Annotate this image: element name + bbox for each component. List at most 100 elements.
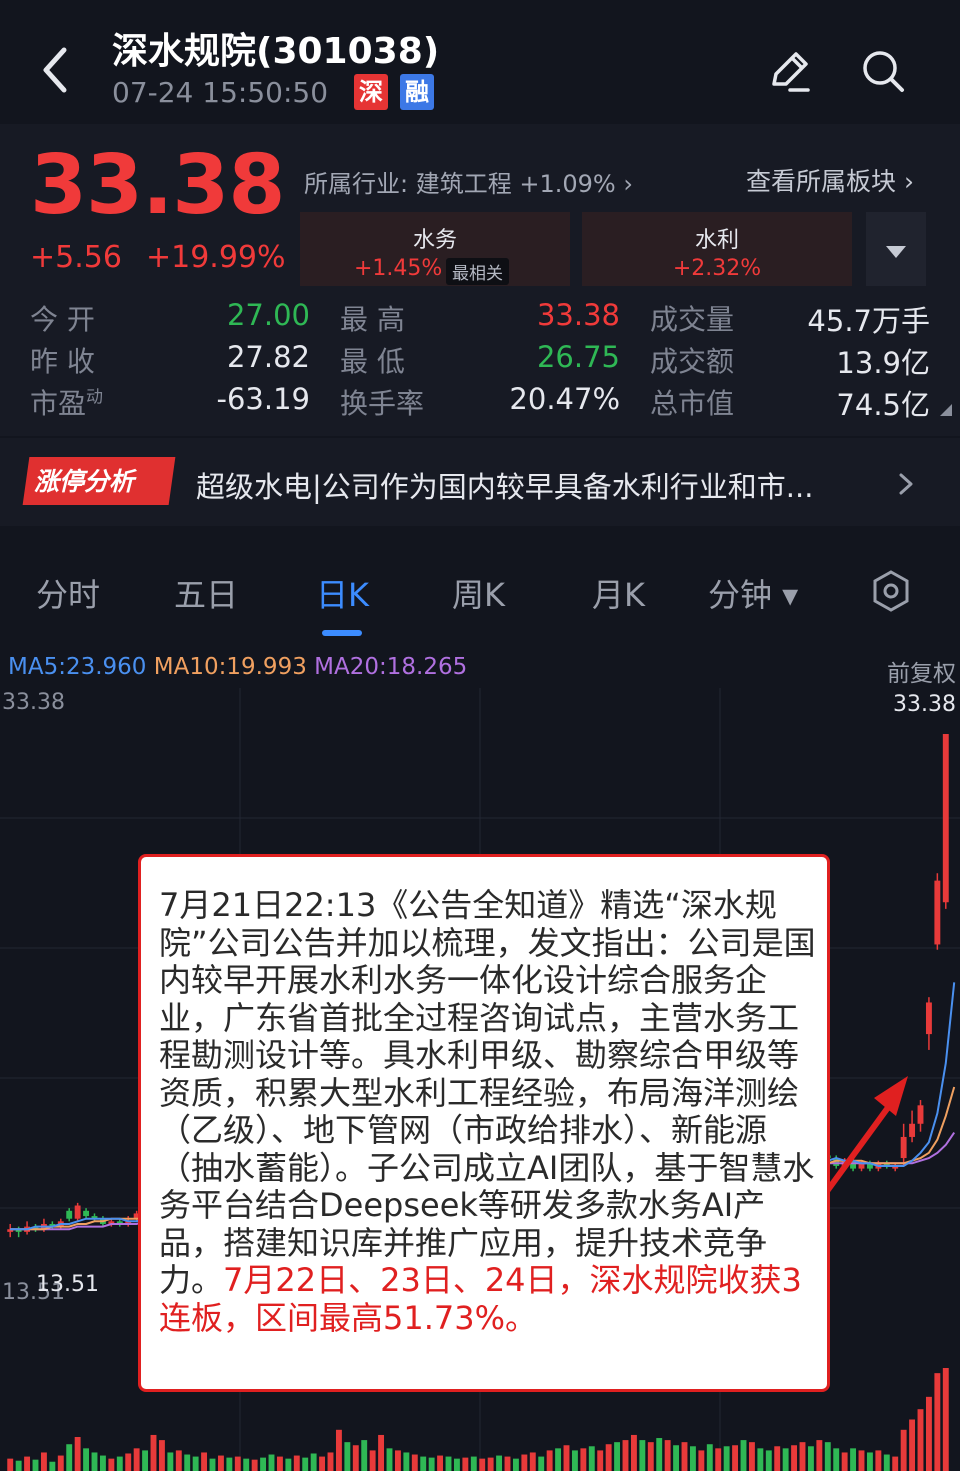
search-icon[interactable] [858, 46, 908, 96]
exchange-tag: 深 [354, 74, 388, 110]
expand-stats-icon[interactable] [938, 404, 952, 416]
volume-bar [639, 1440, 646, 1471]
volume-bar [184, 1454, 191, 1471]
volume-bar [698, 1450, 705, 1471]
limit-up-reason: 超级水电|公司作为国内较早具备水利行业和市... [196, 470, 814, 504]
volume-bar [875, 1450, 882, 1471]
volume-bar [243, 1458, 250, 1471]
tab-minute[interactable]: 分钟 ▾ [708, 570, 798, 616]
concept-name: 水利 [694, 228, 739, 253]
volume-bar [824, 1442, 831, 1471]
volume-bar [563, 1445, 570, 1471]
turnover-label: 换手率 [340, 387, 425, 420]
ma5-label: MA5:23.960 [8, 654, 147, 680]
volume-bar [858, 1450, 865, 1471]
edit-icon[interactable] [764, 46, 814, 96]
volume-bar [217, 1455, 224, 1471]
active-tab-indicator [322, 630, 362, 636]
tab-five-day[interactable]: 五日 [174, 570, 238, 616]
market-cap-label: 总市值 [650, 387, 735, 420]
concept-card-water-conservancy[interactable]: 水利 +2.32% [582, 212, 852, 286]
volume-bar [748, 1442, 755, 1471]
announcement-body: 7月21日22:13《公告全知道》精选“深水规院”公司公告并加以梳理，发文指出：… [159, 886, 816, 1299]
volume-bar [909, 1419, 916, 1471]
open-label: 今 开 [30, 303, 95, 336]
candle-body [925, 1002, 932, 1035]
turnover-value: 20.47% [509, 382, 620, 416]
volume-bar [40, 1452, 47, 1471]
high-value: 33.38 [536, 298, 620, 332]
volume-bar [361, 1440, 368, 1471]
concept-change: +2.32% [672, 256, 762, 281]
volume-bar [209, 1458, 216, 1471]
most-related-badge: 最相关 [446, 258, 509, 285]
back-arrow-icon[interactable] [34, 40, 82, 100]
volume-bar [521, 1454, 528, 1471]
volume-bar [201, 1452, 208, 1471]
volume-bar [765, 1450, 772, 1471]
volume-bar [673, 1445, 680, 1471]
volume-bar [7, 1458, 14, 1471]
volume-bar [32, 1459, 39, 1471]
volume-bar [378, 1434, 385, 1471]
volume-bar [925, 1396, 932, 1471]
volume-bar [116, 1456, 123, 1471]
volume-bar [91, 1452, 98, 1471]
volume-bar [175, 1450, 182, 1471]
volume-bar [420, 1456, 427, 1471]
volume-bar [276, 1456, 283, 1471]
view-sectors-link[interactable]: 查看所属板块 › [746, 162, 914, 198]
volume-bar [782, 1448, 789, 1471]
chevron-right-icon[interactable] [892, 470, 920, 498]
limit-up-badge-label: 涨停分析 [34, 467, 135, 496]
volume-bar [892, 1456, 899, 1471]
tab-monthly-k[interactable]: 月K [592, 570, 645, 616]
tab-weekly-k[interactable]: 周K [452, 570, 505, 616]
candle-body [66, 1210, 73, 1219]
volume-bar [723, 1446, 730, 1471]
volume-bar [706, 1444, 713, 1471]
volume-bar [49, 1461, 56, 1471]
volume-bar [807, 1446, 814, 1471]
tab-intraday[interactable]: 分时 [36, 570, 100, 616]
concept-change: +1.45% [354, 256, 443, 281]
ma10-label: MA10:19.993 [153, 654, 307, 680]
volume-bar [664, 1440, 671, 1471]
concept-card-water-affairs[interactable]: 水务 +1.45% 最相关 [300, 212, 570, 286]
candle-body [83, 1210, 90, 1217]
volume-bar [445, 1456, 452, 1471]
tab-daily-k[interactable]: 日K [316, 570, 369, 616]
volume-bar [394, 1450, 401, 1471]
volume-bar [108, 1458, 115, 1471]
volume-bar [487, 1457, 494, 1471]
volume-bar [799, 1442, 806, 1471]
volume-bar [453, 1458, 460, 1471]
ma-legend: MA5:23.960 MA10:19.993 MA20:18.265 [8, 654, 467, 680]
volume-bar [234, 1456, 241, 1471]
price-adjust-toggle[interactable]: 前复权 [887, 654, 956, 688]
volume-bar [327, 1452, 334, 1471]
candle-body [942, 734, 949, 903]
industry-link[interactable]: 所属行业: 建筑工程 +1.09% › [304, 164, 633, 199]
pe-label: 市盈动 [30, 387, 104, 420]
volume-bar [369, 1450, 376, 1471]
volume-bar [883, 1454, 890, 1471]
announcement-highlight: 7月22日、23日、24日，深水规院收获3连板，区间最高51.73%。 [159, 1261, 802, 1337]
concept-name: 水务 [412, 228, 457, 253]
volume-bar [403, 1452, 410, 1471]
volume-bar [529, 1452, 536, 1471]
margin-trading-tag: 融 [400, 74, 434, 110]
volume-bar [934, 1373, 941, 1471]
concept-expand-button[interactable] [866, 212, 926, 286]
low-label: 最 低 [340, 345, 405, 378]
volume-bar [24, 1456, 31, 1471]
volume-bar [689, 1446, 696, 1471]
volume-bar [74, 1437, 81, 1471]
volume-bar [462, 1457, 469, 1471]
volume-bar [647, 1442, 654, 1471]
volume-bar [344, 1442, 351, 1471]
volume-bar [841, 1452, 848, 1471]
chart-settings-icon[interactable] [868, 568, 914, 614]
prev-close-value: 27.82 [226, 340, 310, 374]
volume-bar [335, 1429, 342, 1471]
